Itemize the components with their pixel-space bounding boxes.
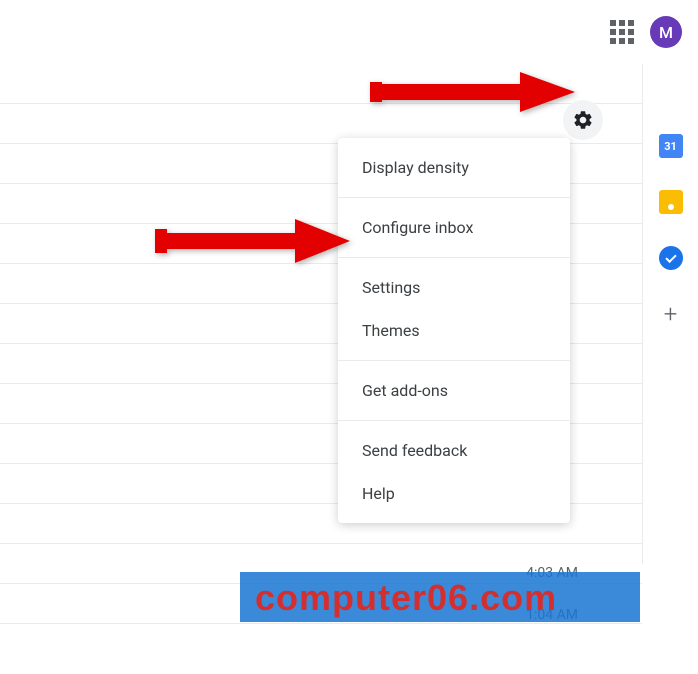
tasks-icon[interactable] [659,246,683,270]
menu-themes[interactable]: Themes [338,309,570,352]
menu-send-feedback[interactable]: Send feedback [338,429,570,472]
keep-icon[interactable] [659,190,683,214]
watermark: computer06.com [255,577,557,619]
plus-icon[interactable]: + [659,302,683,326]
side-panel: 31 + [642,64,698,564]
calendar-icon[interactable]: 31 [659,134,683,158]
menu-divider [338,257,570,258]
menu-divider [338,197,570,198]
menu-divider [338,420,570,421]
annotation-arrow [370,70,580,144]
avatar[interactable]: M [650,16,682,48]
apps-icon[interactable] [610,20,634,44]
menu-help[interactable]: Help [338,472,570,515]
menu-get-addons[interactable]: Get add-ons [338,369,570,412]
menu-display-density[interactable]: Display density [338,146,570,189]
menu-configure-inbox[interactable]: Configure inbox [338,206,570,249]
menu-divider [338,360,570,361]
header: M [0,0,698,64]
annotation-arrow [155,215,355,279]
settings-dropdown: Display density Configure inbox Settings… [338,138,570,523]
menu-settings[interactable]: Settings [338,266,570,309]
